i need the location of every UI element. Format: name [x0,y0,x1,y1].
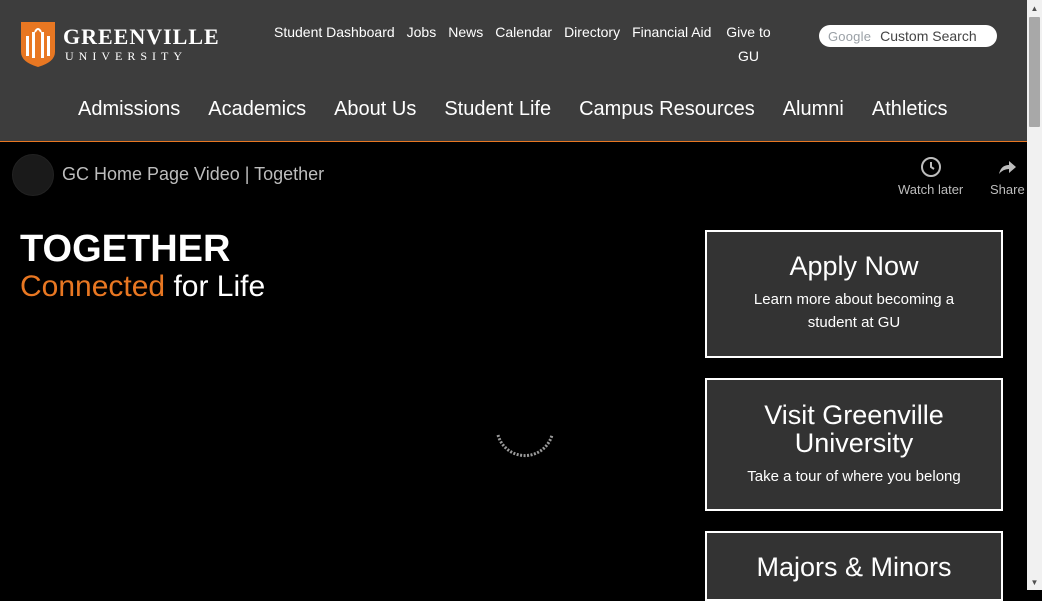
card-description: Learn more about becoming a student at G… [753,291,955,331]
util-link-calendar[interactable]: Calendar [489,20,558,68]
nav-campus-resources[interactable]: Campus Resources [565,96,769,122]
channel-avatar[interactable] [12,154,54,196]
nav-alumni[interactable]: Alumni [769,96,858,122]
util-link-directory[interactable]: Directory [558,20,626,68]
util-link-jobs[interactable]: Jobs [401,20,443,68]
visit-card[interactable]: Visit Greenville University Take a tour … [705,378,1003,511]
headline-tagline: Connected for Life [20,267,265,307]
card-title: Majors & Minors [756,552,952,582]
headline-rest: for Life [165,270,266,303]
give-line1: Give to [726,24,771,40]
util-link-student-dashboard[interactable]: Student Dashboard [268,20,401,68]
scroll-up-arrow-icon[interactable]: ▲ [1027,0,1042,16]
util-link-news[interactable]: News [442,20,489,68]
watch-later-button[interactable]: Watch later [898,156,963,197]
scrollbar-thumb[interactable] [1029,17,1040,127]
clock-icon [920,157,941,177]
main-nav: Admissions Academics About Us Student Li… [64,96,961,122]
util-link-give[interactable]: Give to GU [717,20,779,68]
headline-accent: Connected [20,270,166,303]
hero-headline: TOGETHER Connected for Life [20,229,265,307]
custom-search-box: Google [819,25,997,47]
search-input[interactable] [880,28,991,44]
share-button[interactable]: Share [990,156,1025,197]
google-brand-logo: Google [828,28,872,44]
watch-later-label: Watch later [898,182,964,197]
nav-admissions[interactable]: Admissions [64,96,194,122]
nav-academics[interactable]: Academics [194,96,320,122]
majors-minors-card[interactable]: Majors & Minors [705,531,1003,601]
share-arrow-icon [999,161,1017,174]
page-scrollbar[interactable]: ▲ ▼ [1027,0,1042,590]
card-title: Visit Greenville University [764,400,944,458]
apply-now-card[interactable]: Apply Now Learn more about becoming a st… [705,230,1003,358]
loading-spinner-icon [496,434,554,458]
scroll-down-arrow-icon[interactable]: ▼ [1027,574,1042,590]
site-header: GREENVILLE UNIVERSITY Student Dashboard … [0,0,1027,142]
shield-logo-icon [21,22,55,67]
card-description: Take a tour of where you belong [747,468,961,485]
give-line2: GU [737,48,759,64]
nav-athletics[interactable]: Athletics [858,96,962,122]
headline-together: TOGETHER [20,228,231,270]
utility-nav: Student Dashboard Jobs News Calendar Dir… [268,20,779,68]
nav-student-life[interactable]: Student Life [430,96,565,122]
logo-subtitle: UNIVERSITY [65,48,187,63]
university-logo[interactable]: GREENVILLE UNIVERSITY [21,22,220,67]
video-title[interactable]: GC Home Page Video | Together [62,164,324,185]
logo-title: GREENVILLE [63,23,220,49]
nav-about-us[interactable]: About Us [320,96,430,122]
util-link-financial-aid[interactable]: Financial Aid [626,20,717,68]
share-label: Share [990,182,1025,197]
card-title: Apply Now [789,251,919,281]
